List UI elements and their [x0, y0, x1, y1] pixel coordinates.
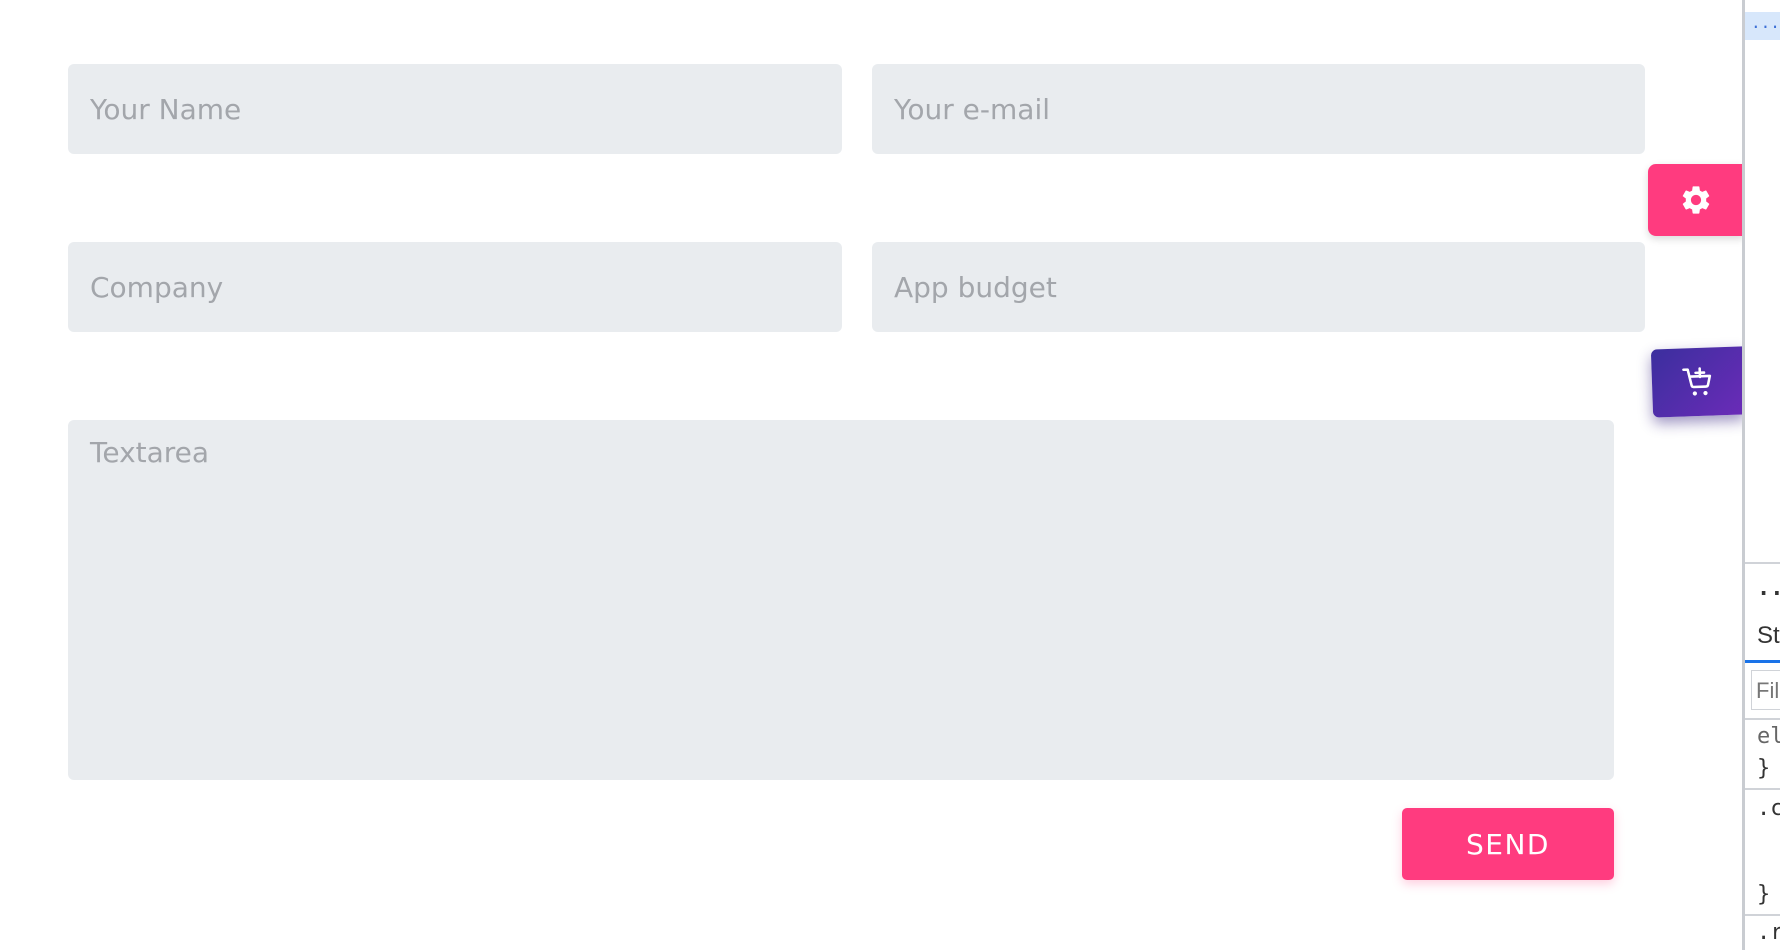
devtools-rule-selector[interactable]: el [1757, 724, 1780, 749]
devtools-rule-close: } [1757, 882, 1771, 907]
devtools-rule-selector[interactable]: .c [1757, 796, 1780, 821]
devtools-panel: ... ... St Fil el } .c } .r [1742, 0, 1780, 950]
devtools-divider [1745, 914, 1780, 916]
devtools-divider [1745, 788, 1780, 790]
devtools-divider[interactable] [1745, 562, 1780, 564]
email-input[interactable] [872, 64, 1645, 154]
add-to-cart-floating-button[interactable] [1650, 346, 1746, 418]
company-input[interactable] [68, 242, 842, 332]
settings-floating-button[interactable] [1648, 164, 1744, 236]
devtools-filter-input[interactable]: Fil [1751, 670, 1780, 710]
devtools-tab-underline [1745, 660, 1780, 663]
devtools-tab-styles[interactable]: St [1757, 622, 1780, 650]
devtools-divider [1745, 718, 1780, 720]
devtools-breadcrumb-ellipsis[interactable]: ... [1745, 12, 1780, 40]
devtools-rule-selector[interactable]: .r [1757, 920, 1780, 945]
contact-form-page: SEND ... ... St Fil el } .c } .r [0, 0, 1780, 950]
devtools-rule-close: } [1757, 756, 1771, 781]
gear-icon [1682, 186, 1710, 214]
send-button[interactable]: SEND [1402, 808, 1614, 880]
message-textarea[interactable] [68, 420, 1614, 780]
app-budget-input[interactable] [872, 242, 1645, 332]
name-input[interactable] [68, 64, 842, 154]
devtools-more-ellipsis[interactable]: ... [1757, 576, 1780, 601]
add-to-cart-icon [1682, 367, 1712, 396]
